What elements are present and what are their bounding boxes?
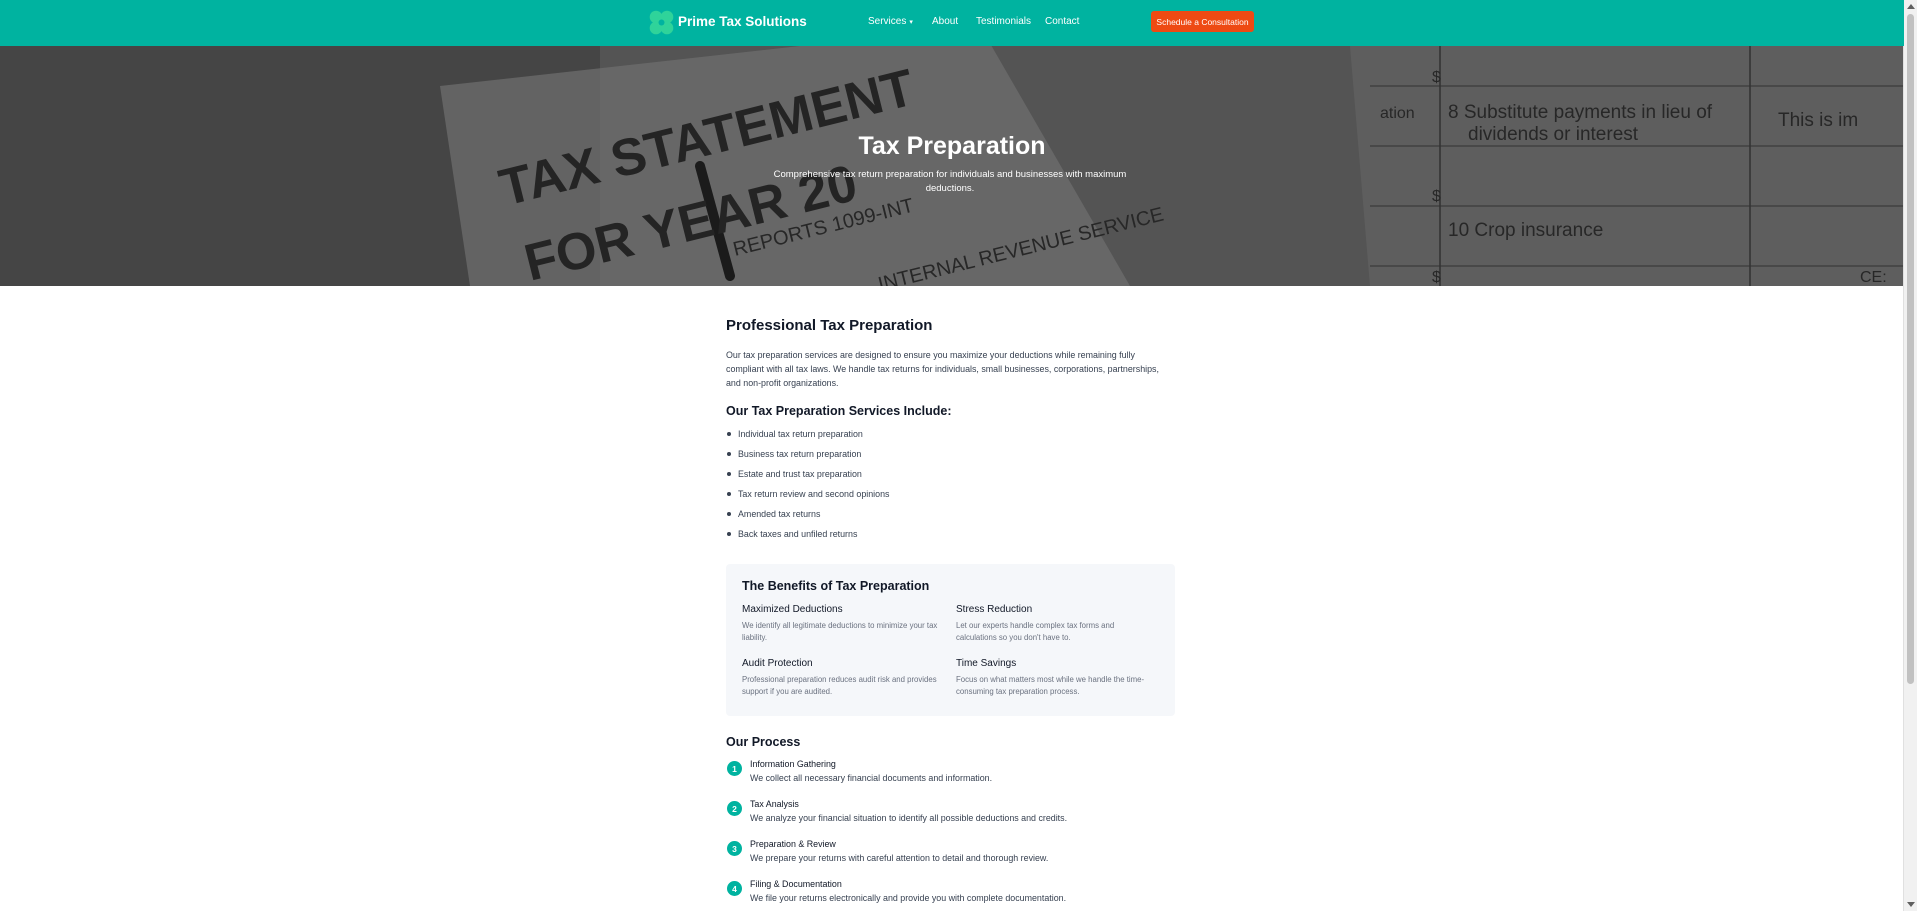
nav-about[interactable]: About: [932, 16, 958, 27]
list-item: Estate and trust tax preparation: [726, 468, 889, 488]
benefit-item: Audit Protection Professional preparatio…: [742, 658, 942, 698]
step-description: We prepare your returns with careful att…: [750, 853, 1049, 863]
brand-name[interactable]: Prime Tax Solutions: [678, 14, 807, 29]
scroll-up-arrow-icon[interactable]: [1907, 4, 1915, 9]
services-heading: Our Tax Preparation Services Include:: [726, 404, 952, 418]
step-title: Tax Analysis: [750, 799, 799, 809]
list-item: Amended tax returns: [726, 508, 889, 528]
benefit-description: Professional preparation reduces audit r…: [742, 675, 937, 696]
scroll-down-arrow-icon[interactable]: [1907, 902, 1915, 907]
step-title: Preparation & Review: [750, 839, 836, 849]
list-item: Back taxes and unfiled returns: [726, 528, 889, 548]
benefit-description: Focus on what matters most while we hand…: [956, 675, 1145, 696]
services-list: Individual tax return preparation Busine…: [726, 428, 889, 548]
hero-subtitle: Comprehensive tax return preparation for…: [773, 169, 1127, 194]
nav-services-label: Services: [868, 16, 907, 27]
page-scrollbar[interactable]: [1903, 0, 1917, 911]
site-header: Prime Tax Solutions Services ▾ About Test…: [0, 0, 1904, 46]
chevron-down-icon: ▾: [909, 19, 913, 26]
schedule-consultation-button[interactable]: Schedule a Consultation: [1151, 11, 1254, 32]
process-heading: Our Process: [726, 735, 801, 749]
list-item: Tax return review and second opinions: [726, 488, 889, 508]
step-number-badge: 4: [727, 881, 742, 896]
benefit-description: Let our experts handle complex tax forms…: [956, 621, 1115, 642]
benefit-title: Maximized Deductions: [742, 604, 843, 615]
hero-overlay: [0, 46, 1904, 286]
intro-paragraph: Our tax preparation services are designe…: [726, 350, 1159, 388]
step-description: We file your returns electronically and …: [750, 893, 1067, 903]
step-title: Filing & Documentation: [750, 879, 842, 889]
benefit-item: Stress Reduction Let our experts handle …: [956, 604, 1156, 644]
benefit-title: Time Savings: [956, 658, 1017, 669]
list-item: Individual tax return preparation: [726, 428, 889, 448]
benefit-item: Maximized Deductions We identify all leg…: [742, 604, 942, 644]
step-number-badge: 3: [727, 841, 742, 856]
scrollbar-thumb[interactable]: [1907, 14, 1914, 684]
benefits-card: The Benefits of Tax Preparation Maximize…: [726, 564, 1175, 716]
clover-icon[interactable]: [648, 9, 675, 36]
benefit-title: Stress Reduction: [956, 604, 1033, 615]
benefit-title: Audit Protection: [742, 658, 813, 669]
nav-services[interactable]: Services ▾: [868, 16, 913, 27]
step-number-badge: 1: [727, 761, 742, 776]
hero-title: Tax Preparation: [858, 132, 1046, 160]
nav-testimonials[interactable]: Testimonials: [976, 16, 1031, 27]
hero-banner: TAX STATEMENT FOR YEAR 20 REPORTS 1099-I…: [0, 46, 1904, 286]
step-description: We analyze your financial situation to i…: [750, 813, 1068, 823]
list-item: Business tax return preparation: [726, 448, 889, 468]
benefits-heading: The Benefits of Tax Preparation: [742, 579, 930, 593]
page-title: Professional Tax Preparation: [726, 317, 933, 334]
step-number-badge: 2: [727, 801, 742, 816]
step-description: We collect all necessary financial docum…: [750, 773, 993, 783]
benefit-description: We identify all legitimate deductions to…: [742, 621, 938, 642]
nav-contact[interactable]: Contact: [1045, 16, 1079, 27]
benefit-item: Time Savings Focus on what matters most …: [956, 658, 1156, 698]
step-title: Information Gathering: [750, 759, 836, 769]
